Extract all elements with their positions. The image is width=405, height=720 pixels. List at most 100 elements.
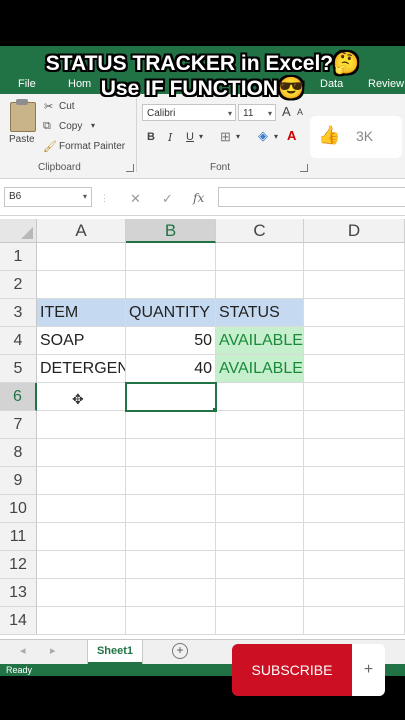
copy-dropdown-icon[interactable]: ▾ bbox=[91, 121, 95, 130]
enter-icon[interactable]: ✓ bbox=[162, 191, 173, 207]
fill-dropdown-icon[interactable]: ▾ bbox=[274, 132, 278, 141]
cell-d10[interactable] bbox=[304, 495, 405, 523]
cell-d3[interactable] bbox=[304, 299, 405, 327]
cell-c5[interactable]: AVAILABLE bbox=[216, 355, 304, 383]
clipboard-launcher-icon[interactable] bbox=[126, 164, 134, 172]
cell-c9[interactable] bbox=[216, 467, 304, 495]
cell-b12[interactable] bbox=[126, 551, 216, 579]
cell-a11[interactable] bbox=[37, 523, 126, 551]
cell-c1[interactable] bbox=[216, 243, 304, 271]
row-header-6[interactable]: 6 bbox=[0, 383, 37, 411]
row-header-10[interactable]: 10 bbox=[0, 495, 37, 523]
borders-dropdown-icon[interactable]: ▾ bbox=[236, 132, 240, 141]
row-header-12[interactable]: 12 bbox=[0, 551, 37, 579]
font-size-combo[interactable]: 11 ▾ bbox=[238, 104, 276, 121]
cell-a13[interactable] bbox=[37, 579, 126, 607]
column-header-a[interactable]: A bbox=[37, 219, 126, 243]
cell-b14[interactable] bbox=[126, 607, 216, 635]
active-cell-b6[interactable] bbox=[125, 382, 217, 412]
font-launcher-icon[interactable] bbox=[300, 164, 308, 172]
cell-c13[interactable] bbox=[216, 579, 304, 607]
cell-a9[interactable] bbox=[37, 467, 126, 495]
cell-c2[interactable] bbox=[216, 271, 304, 299]
cell-a2[interactable] bbox=[37, 271, 126, 299]
select-all-button[interactable] bbox=[0, 219, 37, 243]
cell-a3[interactable]: ITEM bbox=[37, 299, 126, 327]
cell-c7[interactable] bbox=[216, 411, 304, 439]
chevron-right-icon[interactable]: ▸ bbox=[50, 644, 56, 657]
cell-c8[interactable] bbox=[216, 439, 304, 467]
cell-b3[interactable]: QUANTITY bbox=[126, 299, 216, 327]
cell-b4[interactable]: 50 bbox=[126, 327, 216, 355]
cell-d9[interactable] bbox=[304, 467, 405, 495]
fill-color-icon[interactable]: ◈ bbox=[258, 128, 268, 144]
row-header-14[interactable]: 14 bbox=[0, 607, 37, 635]
grow-font-button[interactable]: A bbox=[282, 104, 291, 119]
row-header-1[interactable]: 1 bbox=[0, 243, 37, 271]
cell-a4[interactable]: SOAP bbox=[37, 327, 126, 355]
cell-b8[interactable] bbox=[126, 439, 216, 467]
row-header-7[interactable]: 7 bbox=[0, 411, 37, 439]
cell-b7[interactable] bbox=[126, 411, 216, 439]
cell-a10[interactable] bbox=[37, 495, 126, 523]
row-header-11[interactable]: 11 bbox=[0, 523, 37, 551]
font-color-icon[interactable]: A bbox=[287, 128, 296, 143]
cell-a12[interactable] bbox=[37, 551, 126, 579]
column-header-b[interactable]: B bbox=[126, 219, 216, 243]
cell-d4[interactable] bbox=[304, 327, 405, 355]
row-header-2[interactable]: 2 bbox=[0, 271, 37, 299]
shrink-font-button[interactable]: A bbox=[297, 107, 303, 117]
cell-c3[interactable]: STATUS bbox=[216, 299, 304, 327]
format-painter-icon[interactable]: 🖌 bbox=[43, 140, 57, 153]
font-family-combo[interactable]: Calibri ▾ bbox=[142, 104, 236, 121]
column-header-d[interactable]: D bbox=[304, 219, 405, 243]
cell-d14[interactable] bbox=[304, 607, 405, 635]
chevron-left-icon[interactable]: ◂ bbox=[20, 644, 26, 657]
cell-d2[interactable] bbox=[304, 271, 405, 299]
row-header-5[interactable]: 5 bbox=[0, 355, 37, 383]
cell-a14[interactable] bbox=[37, 607, 126, 635]
paste-icon[interactable] bbox=[10, 99, 36, 132]
format-painter-button[interactable]: Format Painter bbox=[59, 141, 125, 152]
cell-a1[interactable] bbox=[37, 243, 126, 271]
copy-icon[interactable]: ⧉ bbox=[43, 120, 51, 133]
cancel-icon[interactable]: ✕ bbox=[130, 191, 141, 207]
cell-b11[interactable] bbox=[126, 523, 216, 551]
formula-input[interactable] bbox=[218, 187, 405, 207]
italic-button[interactable]: I bbox=[168, 131, 172, 144]
cell-b9[interactable] bbox=[126, 467, 216, 495]
column-header-c[interactable]: C bbox=[216, 219, 304, 243]
plus-button[interactable]: + bbox=[352, 644, 385, 696]
cell-b13[interactable] bbox=[126, 579, 216, 607]
cell-c14[interactable] bbox=[216, 607, 304, 635]
row-header-3[interactable]: 3 bbox=[0, 299, 37, 327]
add-sheet-button[interactable]: + bbox=[172, 643, 188, 659]
insert-function-icon[interactable]: fx bbox=[193, 191, 204, 205]
cell-b2[interactable] bbox=[126, 271, 216, 299]
subscribe-button[interactable]: SUBSCRIBE bbox=[232, 644, 352, 696]
name-box[interactable]: B6 ▾ bbox=[4, 187, 92, 207]
borders-icon[interactable]: ⊞ bbox=[220, 129, 231, 145]
cut-icon[interactable]: ✂ bbox=[44, 100, 53, 113]
row-header-13[interactable]: 13 bbox=[0, 579, 37, 607]
cell-d12[interactable] bbox=[304, 551, 405, 579]
cell-d1[interactable] bbox=[304, 243, 405, 271]
bold-button[interactable]: B bbox=[147, 131, 155, 143]
cell-d8[interactable] bbox=[304, 439, 405, 467]
tab-sheet1[interactable]: Sheet1 bbox=[88, 640, 142, 664]
cell-d5[interactable] bbox=[304, 355, 405, 383]
cell-d7[interactable] bbox=[304, 411, 405, 439]
cell-a7[interactable] bbox=[37, 411, 126, 439]
cell-c6[interactable] bbox=[216, 383, 304, 411]
cell-d6[interactable] bbox=[304, 383, 405, 411]
row-header-4[interactable]: 4 bbox=[0, 327, 37, 355]
cut-button[interactable]: Cut bbox=[59, 101, 75, 112]
row-header-9[interactable]: 9 bbox=[0, 467, 37, 495]
cell-a8[interactable] bbox=[37, 439, 126, 467]
cell-c11[interactable] bbox=[216, 523, 304, 551]
cell-b5[interactable]: 40 bbox=[126, 355, 216, 383]
cell-c12[interactable] bbox=[216, 551, 304, 579]
like-overlay[interactable]: 👍 3K bbox=[310, 116, 402, 158]
underline-button[interactable]: U bbox=[186, 131, 194, 143]
underline-dropdown-icon[interactable]: ▾ bbox=[199, 132, 203, 141]
